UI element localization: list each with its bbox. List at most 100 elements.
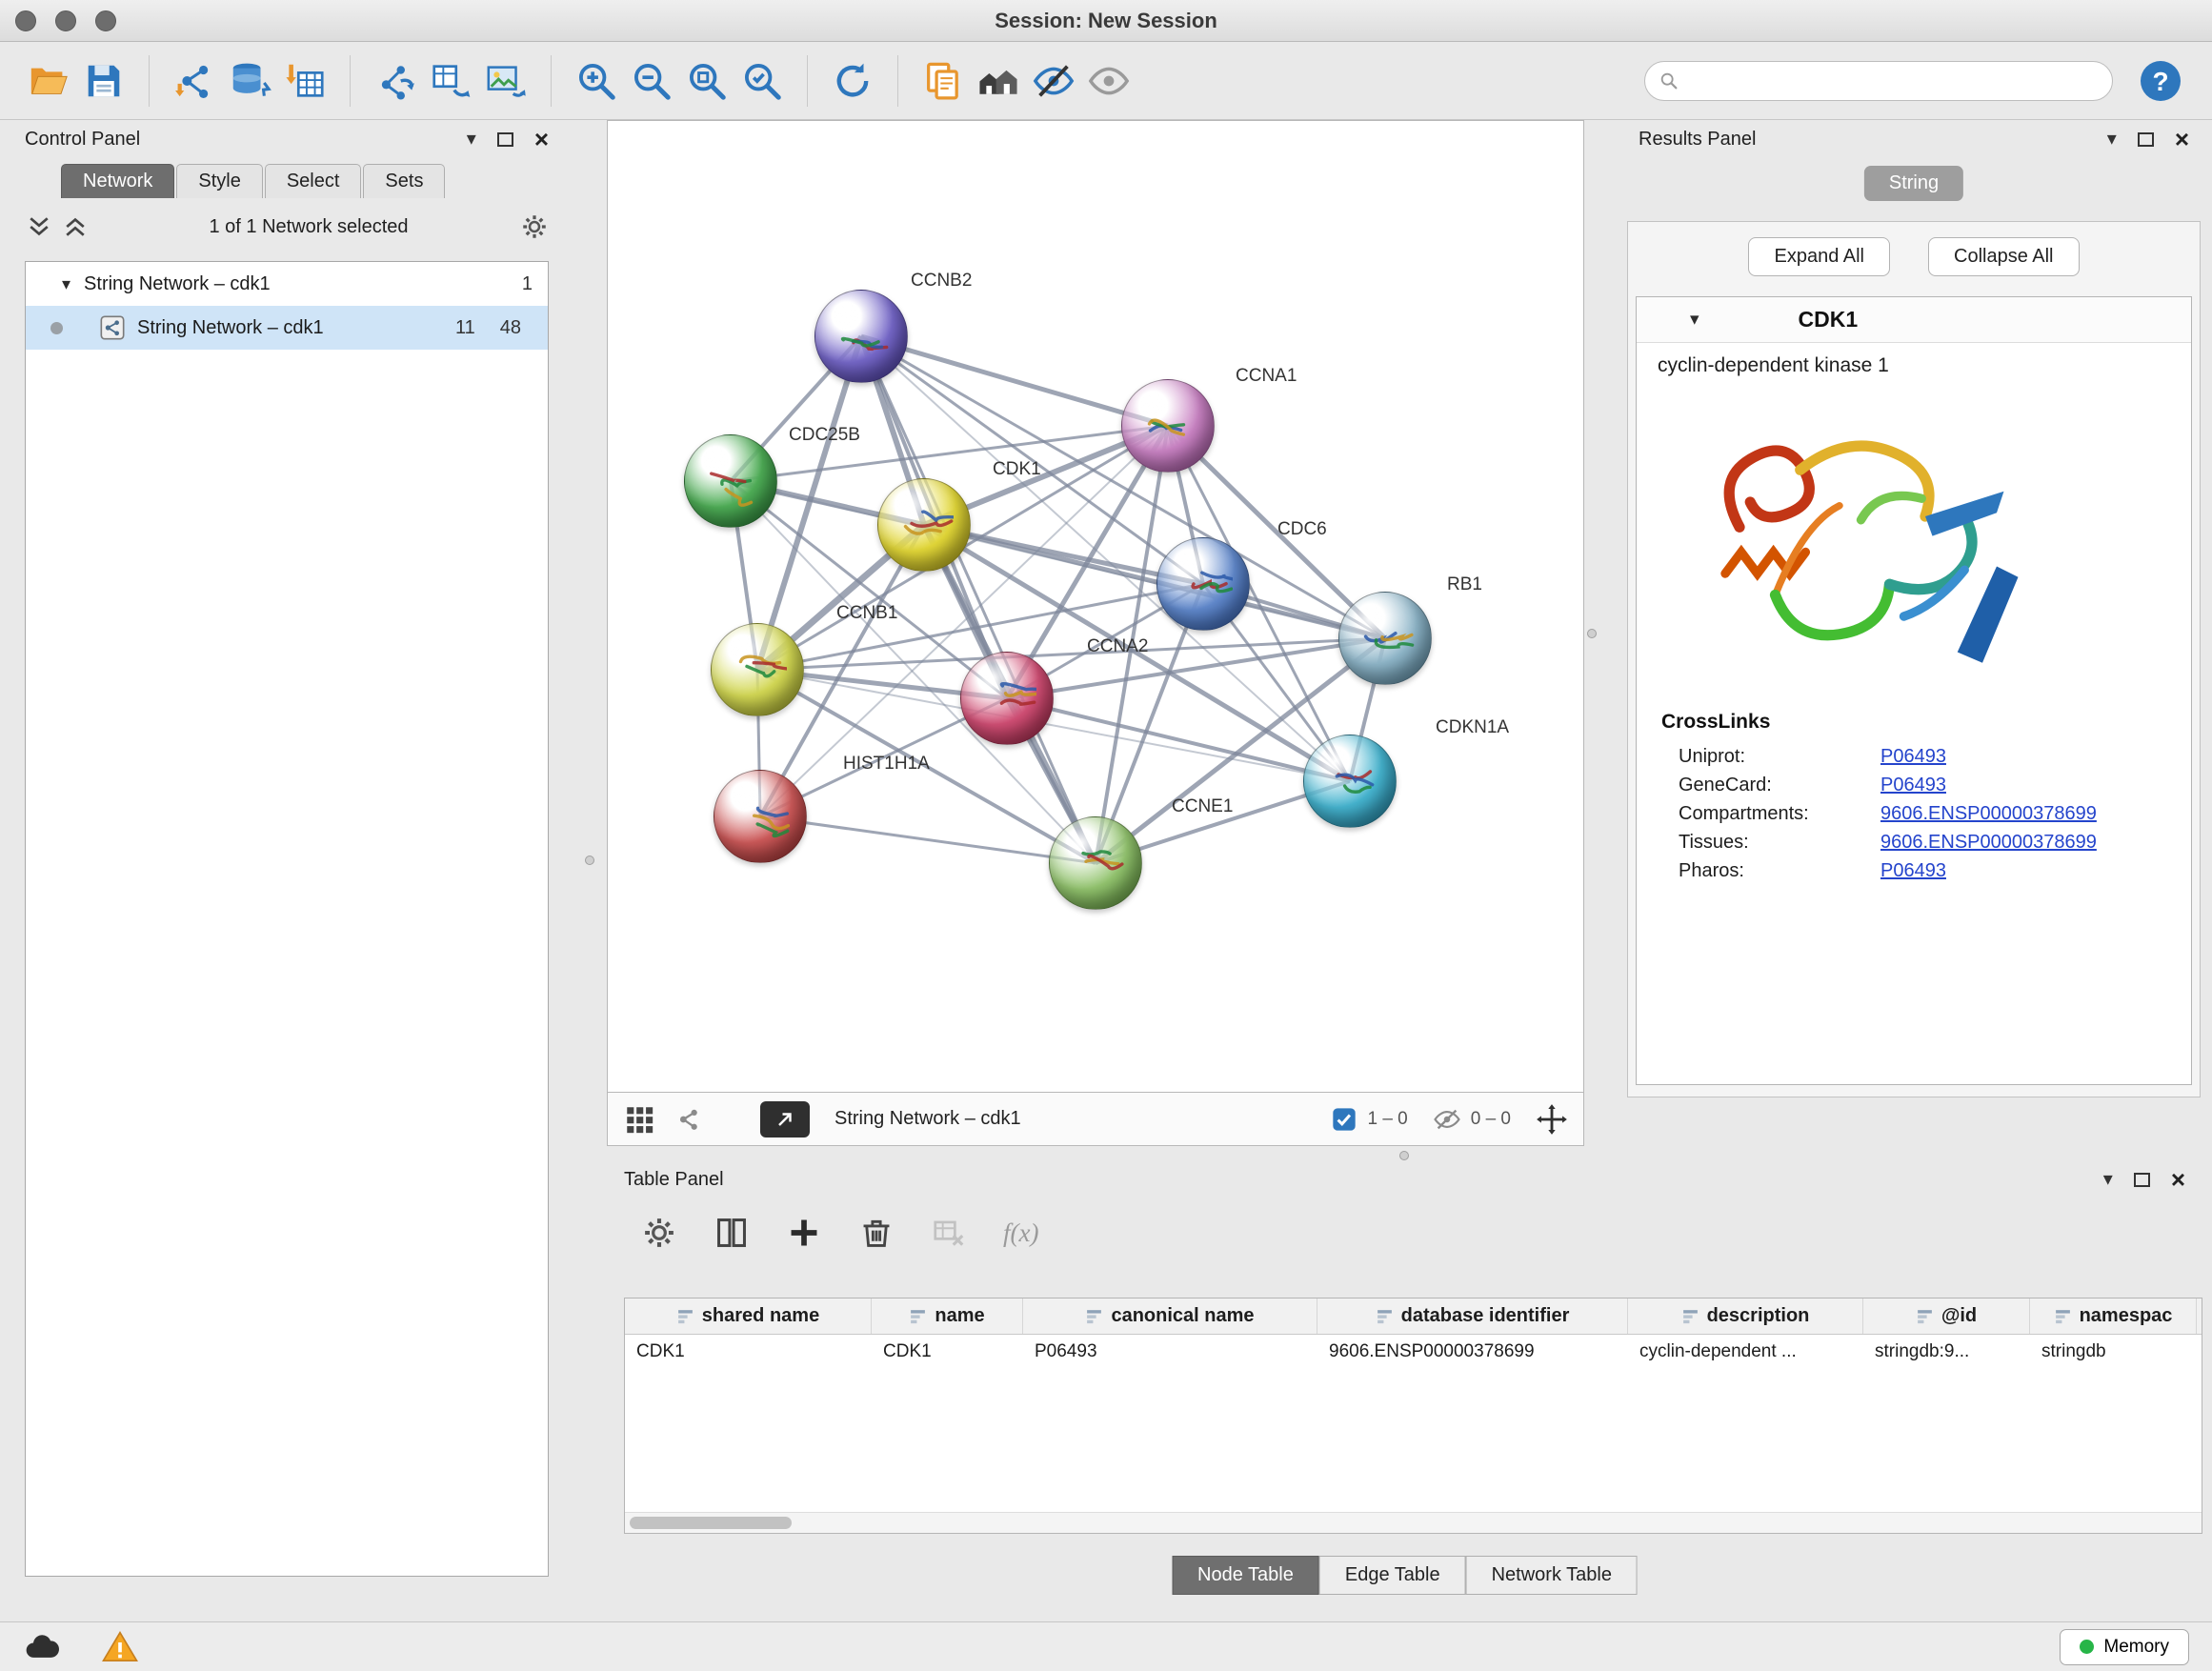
gear-icon[interactable] [520,212,549,241]
expand-all-button[interactable]: Expand All [1748,237,1890,276]
import-network-database-button[interactable] [222,53,277,109]
toolbar-separator [807,55,808,107]
hidden-eye-icon[interactable] [1433,1105,1461,1134]
crosslink-link[interactable]: 9606.ENSP00000378699 [1880,832,2097,854]
panel-resize-handle[interactable] [1399,1151,1409,1160]
network-node-ccna2[interactable] [960,652,1054,745]
column-header-canonical-name[interactable]: canonical name [1023,1299,1317,1334]
network-node-ccnb2[interactable] [814,290,908,383]
network-node-cdc6[interactable] [1156,537,1250,631]
table-cell[interactable]: stringdb [2030,1335,2197,1371]
results-panel-maximize-icon[interactable] [2138,132,2154,147]
zoom-out-button[interactable] [624,53,679,109]
column-header--id[interactable]: @id [1863,1299,2030,1334]
tab-string[interactable]: String [1864,166,1963,201]
zoom-fit-button[interactable] [679,53,734,109]
network-node-hist1h1a[interactable] [714,770,807,863]
column-header-namespac[interactable]: namespac [2030,1299,2197,1334]
scrollbar-thumb[interactable] [630,1517,792,1529]
tab-sets[interactable]: Sets [363,164,445,198]
network-collection-row[interactable]: ▾ String Network – cdk1 1 [26,262,548,306]
new-network-button[interactable] [368,53,423,109]
network-node-cdkn1a[interactable] [1303,735,1397,828]
hide-selected-button[interactable] [1026,53,1081,109]
panel-resize-handle[interactable] [1587,629,1597,638]
column-header-shared-name[interactable]: shared name [625,1299,872,1334]
network-node-cdk1[interactable] [877,478,971,572]
table-cell[interactable]: stringdb:9... [1863,1335,2030,1371]
expand-all-icon[interactable] [61,212,90,241]
network-view-canvas[interactable]: CCNB2CCNA1CDC25BCDK1CDC6RB1CCNB1CCNA2CDK… [607,120,1584,1093]
network-node-rb1[interactable] [1338,592,1432,685]
import-table-button[interactable] [277,53,332,109]
table-horizontal-scrollbar[interactable] [625,1512,2202,1533]
tab-node-table[interactable]: Node Table [1172,1556,1319,1595]
control-panel-float-icon[interactable]: ▾ [467,130,476,149]
function-builder-button[interactable]: f(x) [1003,1218,1038,1248]
crosslink-link[interactable]: P06493 [1880,746,1946,768]
zoom-out-icon [630,59,674,103]
collapse-all-icon[interactable] [25,212,53,241]
save-session-button[interactable] [76,53,131,109]
tab-select[interactable]: Select [265,164,362,198]
control-panel-maximize-icon[interactable] [497,132,513,147]
clone-network-button[interactable] [915,53,971,109]
network-node-cdc25b[interactable] [684,434,777,528]
open-session-button[interactable] [21,53,76,109]
gene-collapse-icon[interactable]: ▾ [1690,309,1699,331]
table-cell[interactable]: 9606.ENSP00000378699 [1317,1335,1628,1371]
table-panel-close-icon[interactable]: × [2171,1167,2185,1192]
tree-expand-icon[interactable]: ▾ [62,274,70,294]
column-header-database-identifier[interactable]: database identifier [1317,1299,1628,1334]
zoom-in-button[interactable] [569,53,624,109]
import-table-icon [283,59,327,103]
tab-edge-table[interactable]: Edge Table [1319,1556,1466,1595]
warning-icon[interactable] [101,1628,139,1666]
network-node-ccna1[interactable] [1121,379,1215,473]
pan-crosshair-icon[interactable] [1536,1103,1568,1136]
tab-network-table[interactable]: Network Table [1466,1556,1638,1595]
birdseye-view-icon[interactable] [673,1103,705,1136]
network-from-table-button[interactable] [423,53,478,109]
table-panel-maximize-icon[interactable] [2134,1173,2150,1187]
detach-view-button[interactable] [760,1101,810,1137]
gene-header-row[interactable]: ▾ CDK1 [1637,297,2191,343]
crosslink-link[interactable]: P06493 [1880,860,1946,882]
column-header-description[interactable]: description [1628,1299,1863,1334]
network-node-ccne1[interactable] [1049,816,1142,910]
zoom-selected-button[interactable] [734,53,790,109]
crosslink-link[interactable]: 9606.ENSP00000378699 [1880,803,2097,825]
control-panel-close-icon[interactable]: × [534,127,549,151]
results-panel-float-icon[interactable]: ▾ [2107,130,2117,149]
results-panel-close-icon[interactable]: × [2175,127,2189,151]
network-row-selected[interactable]: String Network – cdk1 11 48 [26,306,548,350]
refresh-button[interactable] [825,53,880,109]
show-all-button[interactable] [1081,53,1136,109]
grid-view-icon[interactable] [623,1103,655,1136]
table-cell[interactable]: cyclin-dependent ... [1628,1335,1863,1371]
table-panel-float-icon[interactable]: ▾ [2103,1170,2113,1189]
table-gear-icon[interactable] [641,1215,677,1251]
table-cell[interactable]: CDK1 [872,1335,1023,1371]
panel-resize-handle[interactable] [585,856,594,865]
column-header-name[interactable]: name [872,1299,1023,1334]
help-button[interactable]: ? [2138,58,2183,104]
selected-checkbox-icon[interactable] [1331,1106,1357,1133]
import-network-file-button[interactable] [167,53,222,109]
add-column-icon[interactable] [786,1215,822,1251]
table-cell[interactable]: P06493 [1023,1335,1317,1371]
delete-column-icon[interactable] [858,1215,895,1251]
tab-network[interactable]: Network [61,164,174,198]
network-node-ccnb1[interactable] [711,623,804,716]
table-row[interactable]: CDK1CDK1P064939606.ENSP00000378699cyclin… [625,1335,2202,1371]
cloud-icon[interactable] [23,1628,61,1666]
tab-style[interactable]: Style [176,164,262,198]
crosslink-link[interactable]: P06493 [1880,775,1946,796]
show-columns-icon[interactable] [714,1215,750,1251]
collapse-all-button[interactable]: Collapse All [1928,237,2080,276]
table-cell[interactable]: CDK1 [625,1335,872,1371]
export-image-button[interactable] [478,53,533,109]
home-view-button[interactable] [971,53,1026,109]
memory-button[interactable]: Memory [2060,1629,2189,1665]
global-search-input[interactable] [1687,70,2099,91]
